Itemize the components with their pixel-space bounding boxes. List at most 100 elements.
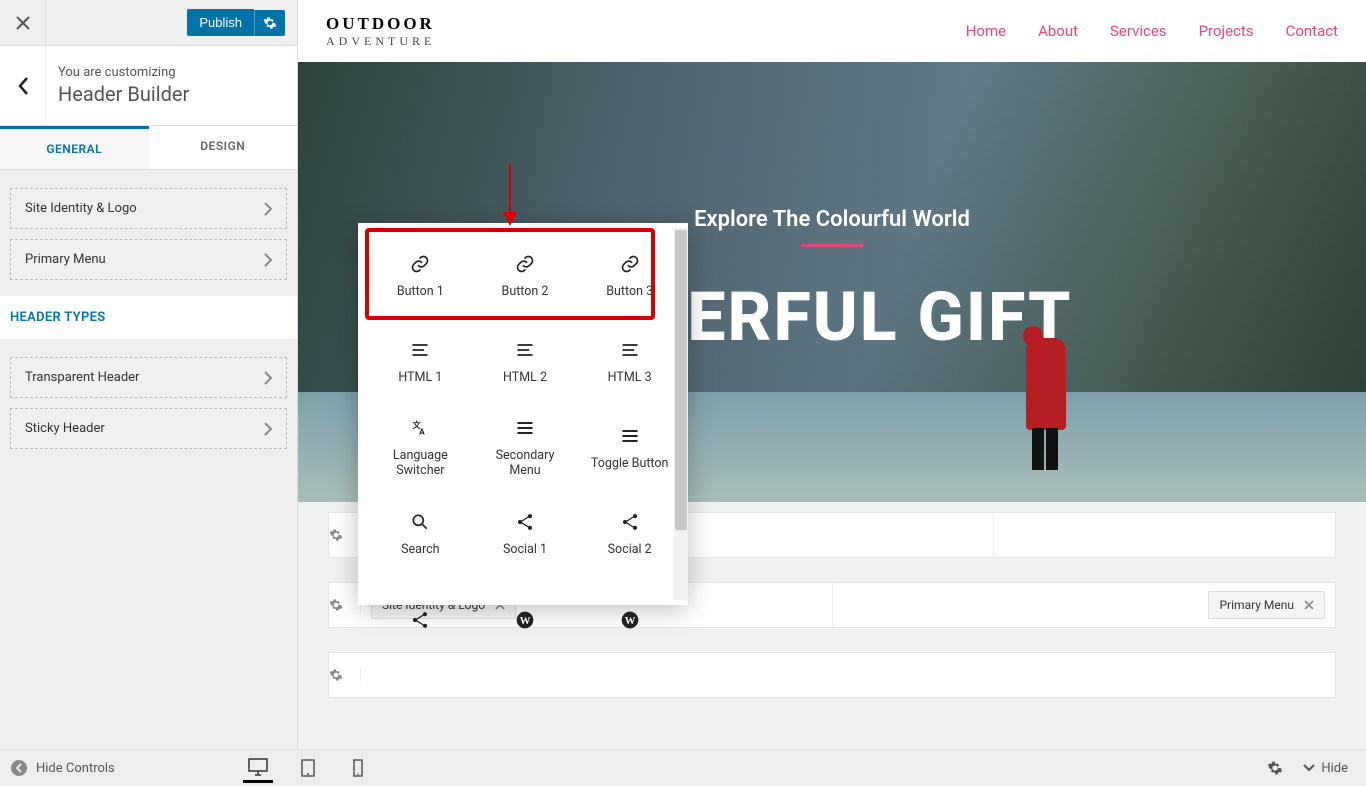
chevron-right-icon (264, 422, 272, 436)
popup-item-secondary-menu[interactable]: Secondary Menu (473, 405, 578, 491)
elements-popup: Button 1Button 2Button 3 HTML 1 HTML 2 HTML… (358, 223, 688, 605)
option-transparent-header[interactable]: Transparent Header (10, 357, 287, 398)
device-tablet-button[interactable] (293, 753, 323, 783)
popup-item-item-13[interactable]: W (473, 577, 578, 663)
text-icon (620, 340, 640, 360)
popup-item-item-14[interactable]: W (577, 577, 682, 663)
tablet-icon (301, 759, 315, 777)
nav-about[interactable]: About (1038, 22, 1078, 40)
logo-line2: ADVENTURE (326, 34, 435, 49)
publish-button[interactable]: Publish (187, 9, 254, 36)
popup-item-search[interactable]: Search (368, 491, 473, 577)
text-icon (410, 340, 430, 360)
chip-primary-menu[interactable]: Primary Menu (1208, 591, 1325, 619)
sidebar-header: You are customizing Header Builder (0, 46, 297, 126)
gear-icon (263, 16, 277, 30)
gear-icon (329, 598, 343, 612)
publish-settings-button[interactable] (254, 10, 285, 36)
row-settings-button[interactable] (329, 598, 361, 612)
chip-remove-button[interactable] (1304, 600, 1314, 610)
menu-icon (515, 418, 535, 438)
popup-item-label: Social 2 (608, 542, 652, 557)
hero-figure (1026, 338, 1066, 430)
gear-icon (329, 668, 343, 682)
chevron-right-icon (264, 371, 272, 385)
general-options: Site Identity & Logo Primary Menu (0, 170, 297, 296)
popup-item-label: Social 1 (503, 542, 547, 557)
nav-projects[interactable]: Projects (1199, 22, 1254, 40)
row-settings-button[interactable] (329, 668, 361, 682)
option-sticky-header[interactable]: Sticky Header (10, 408, 287, 449)
sidebar-tabs: GENERAL DESIGN (0, 126, 297, 170)
menu-icon (620, 426, 640, 446)
popup-item-social-2[interactable]: Social 2 (577, 491, 682, 577)
popup-item-button-3[interactable]: Button 3 (577, 233, 682, 319)
option-label: Site Identity & Logo (25, 201, 137, 216)
close-customizer-button[interactable] (0, 0, 46, 46)
svg-text:W: W (624, 615, 635, 627)
popup-item-toggle-button[interactable]: Toggle Button (577, 405, 682, 491)
customizing-label: You are customizing (58, 65, 189, 80)
nav-home[interactable]: Home (966, 22, 1006, 40)
collapse-icon (10, 759, 28, 777)
option-label: Sticky Header (25, 421, 105, 436)
option-label: Primary Menu (25, 252, 106, 267)
popup-item-label: HTML 3 (608, 370, 652, 385)
popup-item-html-2[interactable]: HTML 2 (473, 319, 578, 405)
popup-scrollbar[interactable] (674, 228, 688, 600)
popup-item-label: Language Switcher (374, 448, 467, 478)
popup-item-html-1[interactable]: HTML 1 (368, 319, 473, 405)
chevron-left-icon (17, 76, 29, 96)
share-icon (515, 512, 535, 532)
bottom-bar: Hide Controls Hide (0, 749, 1366, 786)
tab-design[interactable]: DESIGN (149, 126, 298, 169)
hide-controls-label: Hide Controls (36, 761, 115, 776)
option-site-identity[interactable]: Site Identity & Logo (10, 188, 287, 229)
hide-builder-button[interactable]: Hide (1303, 761, 1348, 776)
sidebar-header-text: You are customizing Header Builder (46, 65, 189, 106)
option-label: Transparent Header (25, 370, 139, 385)
popup-item-label: Secondary Menu (479, 448, 572, 478)
desktop-icon (248, 758, 268, 776)
share-icon (620, 512, 640, 532)
site-logo: OUTDOOR ADVENTURE (326, 14, 435, 49)
builder-settings-button[interactable] (1267, 760, 1283, 776)
row-settings-button[interactable] (329, 528, 361, 542)
svg-text:W: W (520, 615, 531, 627)
sidebar-topbar: Publish (0, 0, 297, 46)
device-mobile-button[interactable] (343, 753, 373, 783)
device-desktop-button[interactable] (243, 753, 273, 783)
hide-controls-button[interactable]: Hide Controls (10, 759, 115, 777)
section-title: Header Builder (58, 82, 189, 106)
chevron-right-icon (264, 253, 272, 267)
gear-icon (329, 528, 343, 542)
device-switcher (243, 753, 373, 783)
nav-contact[interactable]: Contact (1286, 22, 1338, 40)
share-icon (410, 610, 430, 630)
link-icon (620, 254, 640, 274)
popup-item-label: Search (401, 542, 439, 557)
popup-item-social-1[interactable]: Social 1 (473, 491, 578, 577)
popup-item-html-3[interactable]: HTML 3 (577, 319, 682, 405)
link-icon (410, 254, 430, 274)
popup-item-label: HTML 1 (398, 370, 442, 385)
back-button[interactable] (0, 46, 46, 126)
popup-item-language-switcher[interactable]: 文ALanguage Switcher (368, 405, 473, 491)
hero-subtitle: Explore The Colourful World (694, 207, 970, 232)
chip-label: Primary Menu (1219, 598, 1294, 612)
nav-services[interactable]: Services (1110, 22, 1167, 40)
popup-item-button-1[interactable]: Button 1 (368, 233, 473, 319)
popup-item-button-2[interactable]: Button 2 (473, 233, 578, 319)
close-icon (16, 16, 30, 30)
option-primary-menu[interactable]: Primary Menu (10, 239, 287, 280)
hero-underline (801, 244, 863, 247)
gear-icon (1267, 760, 1283, 776)
logo-line1: OUTDOOR (326, 14, 435, 34)
popup-item-item-12[interactable] (368, 577, 473, 663)
chevron-right-icon (264, 202, 272, 216)
search-icon (410, 512, 430, 532)
wp-icon: W (620, 610, 640, 630)
annotation-arrow (500, 164, 520, 230)
tab-general[interactable]: GENERAL (0, 126, 149, 169)
header-type-options: Transparent Header Sticky Header (0, 339, 297, 465)
